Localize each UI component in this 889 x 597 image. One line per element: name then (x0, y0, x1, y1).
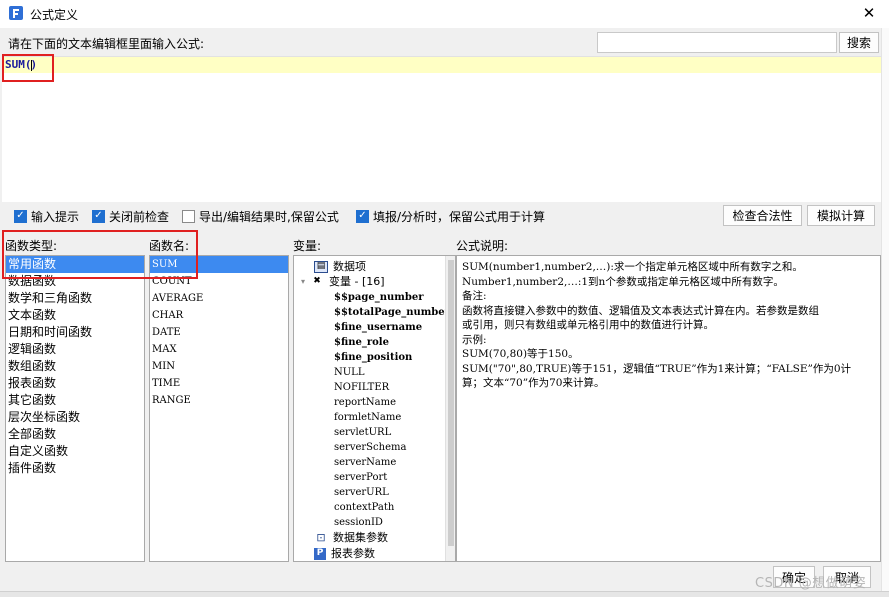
tree-leaf[interactable]: sessionID (334, 515, 383, 530)
list-item[interactable]: 插件函数 (6, 460, 144, 477)
tree-leaf[interactable]: serverName (334, 455, 396, 470)
table-icon: ▤ (314, 260, 328, 273)
close-icon[interactable]: ✕ (858, 3, 880, 23)
variable-icon: ✖ (313, 276, 321, 286)
scroll-thumb[interactable] (448, 260, 454, 546)
tree-node-dataset-params[interactable]: ⊡ 数据集参数 (314, 530, 388, 545)
description-line: 函数将直接键入参数中的数值、逻辑值及文本表达式计算在内。若参数是数组 (462, 304, 819, 317)
tree-node-label: 数据集参数 (333, 531, 388, 544)
description-line: 备注: (462, 290, 487, 302)
list-item[interactable]: AVERAGE (150, 290, 288, 307)
option-label: 输入提示 (31, 209, 80, 224)
list-item[interactable]: 其它函数 (6, 392, 144, 409)
description-line: SUM("70",80,TRUE)等于151，逻辑值“TRUE”作为1来计算；“… (462, 362, 852, 375)
tree-leaf[interactable]: NOFILTER (334, 380, 389, 395)
option-check-before-close[interactable]: ✓ 关闭前检查 (92, 208, 169, 224)
simulate-button[interactable]: 模拟计算 (807, 205, 875, 226)
dataset-param-icon: ⊡ (316, 531, 326, 544)
description-line: 或引用，则只有数组或单元格引用中的数值进行计算。 (462, 319, 714, 331)
watermark-text: CSDN @想做萌姿 (755, 576, 867, 591)
checkbox-checked-icon[interactable]: ✓ (14, 209, 27, 223)
list-item[interactable]: 数学和三角函数 (6, 290, 144, 307)
list-item[interactable]: 报表函数 (6, 375, 144, 392)
tree-node-label: 变量 - [16] (329, 275, 385, 288)
formula-description: SUM(number1,number2,…):求一个指定单元格区域中所有数字之和… (456, 255, 881, 562)
tree-leaf[interactable]: $fine_role (334, 335, 389, 350)
function-type-list[interactable]: 常用函数 数据函数 数学和三角函数 文本函数 日期和时间函数 逻辑函数 数组函数… (5, 255, 145, 562)
instruction-text: 请在下面的文本编辑框里面输入公式: (8, 37, 205, 51)
background-window-edge (881, 28, 889, 597)
list-item[interactable]: 全部函数 (6, 426, 144, 443)
tree-leaf[interactable]: serverPort (334, 470, 387, 485)
validate-button[interactable]: 检查合法性 (723, 205, 802, 226)
search-button[interactable]: 搜索 (839, 32, 879, 53)
function-name-list[interactable]: SUM COUNT AVERAGE CHAR DATE MAX MIN TIME… (149, 255, 289, 562)
tree-node-report-params[interactable]: P 报表参数 (314, 546, 375, 561)
formula-annotation-box (2, 54, 54, 82)
description-line: SUM(70,80)等于150。 (462, 348, 579, 360)
fr-logo-icon (9, 6, 23, 20)
variable-label: 变量: (293, 239, 322, 253)
tree-leaf[interactable]: contextPath (334, 500, 394, 515)
list-item[interactable]: TIME (150, 375, 288, 392)
parameter-p-icon: P (314, 547, 326, 560)
description-line: 算；文本“70”作为70来计算。 (462, 377, 605, 389)
function-list-annotation-box (2, 230, 198, 279)
list-item[interactable]: MIN (150, 358, 288, 375)
tree-node-variables[interactable]: ▾ ✖ 变量 - [16] (298, 274, 385, 289)
tree-node-label: 数据项 (333, 260, 366, 273)
tree-node-label: 报表参数 (331, 547, 375, 560)
list-item[interactable]: MAX (150, 341, 288, 358)
checkbox-checked-icon[interactable]: ✓ (92, 209, 105, 223)
option-label: 关闭前检查 (109, 209, 170, 224)
list-item[interactable]: 逻辑函数 (6, 341, 144, 358)
list-item[interactable]: 数组函数 (6, 358, 144, 375)
tree-leaf[interactable]: reportName (334, 395, 396, 410)
background-window-bottom (0, 591, 889, 597)
option-label: 填报/分析时，保留公式用于计算 (373, 209, 546, 224)
search-input[interactable] (597, 32, 837, 53)
checkbox-unchecked-icon[interactable] (182, 209, 195, 223)
chevron-down-icon[interactable]: ▾ (298, 274, 308, 289)
tree-leaf[interactable]: $$page_number (334, 290, 424, 305)
option-keep-formula-export[interactable]: 导出/编辑结果时,保留公式 (182, 208, 339, 224)
tree-leaf[interactable]: $fine_username (334, 320, 422, 335)
variable-tree[interactable]: ▤ 数据项 ▾ ✖ 变量 - [16] $$page_number $$tota… (293, 255, 456, 562)
window-title: 公式定义 (30, 8, 79, 22)
tree-leaf[interactable]: $$totalPage_number (334, 305, 450, 320)
list-item[interactable]: 文本函数 (6, 307, 144, 324)
description-line: 示例: (462, 333, 487, 346)
list-item[interactable]: 层次坐标函数 (6, 409, 144, 426)
list-item[interactable]: DATE (150, 324, 288, 341)
option-input-hint[interactable]: ✓ 输入提示 (14, 208, 79, 224)
list-item[interactable]: 自定义函数 (6, 443, 144, 460)
list-item[interactable]: RANGE (150, 392, 288, 409)
tree-leaf[interactable]: servletURL (334, 425, 391, 440)
checkbox-checked-icon[interactable]: ✓ (356, 209, 369, 223)
tree-leaf[interactable]: serverURL (334, 485, 389, 500)
tree-node-data-items[interactable]: ▤ 数据项 (314, 259, 366, 274)
list-item[interactable]: 日期和时间函数 (6, 324, 144, 341)
list-item[interactable]: CHAR (150, 307, 288, 324)
description-line: Number1,number2,…:1到n个参数或指定单元格区域中所有数字。 (462, 275, 784, 288)
description-line: SUM(number1,number2,…):求一个指定单元格区域中所有数字之和… (462, 261, 803, 273)
option-keep-formula-fill[interactable]: ✓ 填报/分析时，保留公式用于计算 (356, 208, 545, 224)
description-label: 公式说明: (456, 239, 509, 253)
tree-leaf[interactable]: serverSchema (334, 440, 406, 455)
formula-editor[interactable] (2, 56, 881, 202)
tree-leaf[interactable]: NULL (334, 365, 364, 380)
tree-leaf[interactable]: formletName (334, 410, 401, 425)
option-label: 导出/编辑结果时,保留公式 (199, 209, 339, 224)
tree-leaf[interactable]: $fine_position (334, 350, 412, 365)
title-bar (0, 0, 889, 28)
current-line-highlight (2, 57, 881, 73)
variable-scrollbar[interactable] (445, 256, 455, 561)
